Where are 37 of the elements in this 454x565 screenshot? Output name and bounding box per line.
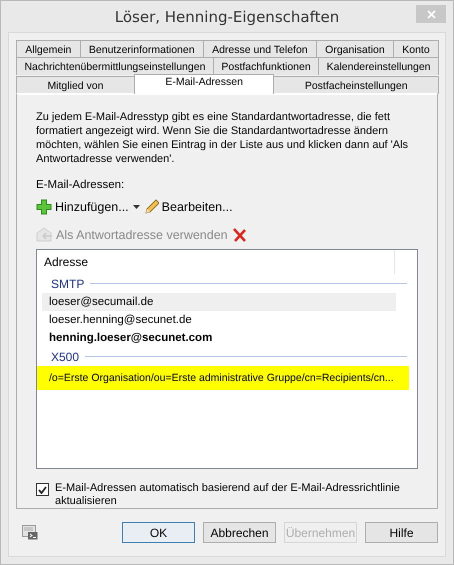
tab[interactable]: Postfachfunktionen: [212, 57, 320, 75]
console-icon: [22, 525, 38, 540]
group-header: X500: [51, 350, 80, 364]
dialog-button[interactable]: OK: [122, 522, 195, 543]
tab[interactable]: Konto: [392, 40, 439, 58]
edit-button[interactable]: Bearbeiten...: [144, 199, 233, 215]
dialog-button[interactable]: Hilfe: [365, 522, 438, 543]
caret-icon: [132, 205, 140, 209]
tab[interactable]: Nachrichtenübermittlungseinstellungen: [16, 57, 214, 75]
tab[interactable]: Benutzerinformationen: [80, 40, 204, 58]
tab[interactable]: Allgemein: [16, 40, 81, 58]
tab[interactable]: Mitglied von: [16, 76, 135, 94]
envelope-icon: [36, 227, 53, 243]
address-row[interactable]: loeser.henning@secunet.de: [42, 311, 396, 329]
address-row[interactable]: loeser@secumail.de: [42, 293, 396, 311]
tab[interactable]: Kalendereinstellungen: [318, 57, 439, 75]
tab[interactable]: Organisation: [316, 40, 394, 58]
pencil-icon: [144, 199, 159, 215]
tab[interactable]: E-Mail-Adressen: [134, 74, 274, 94]
dialog-button[interactable]: Abbrechen: [203, 522, 276, 543]
column-header[interactable]: Adresse: [37, 250, 395, 274]
delete-icon: [232, 228, 246, 242]
group-header: SMTP: [51, 276, 84, 290]
tab[interactable]: Adresse und Telefon: [202, 40, 317, 58]
description-text: Zu jedem E-Mail-Adresstyp gibt es eine Standardantwortadresse, die fett formatiert angezeigt wird. Wenn Sie die Standardantwortadresse ändern möchten, wählen Sie einen Eintrag in der Liste aus und klicken dann auf 'Als Antwortadresse verwenden'.: [36, 110, 410, 166]
plus-icon: [36, 199, 52, 215]
tab[interactable]: Postfacheinstellungen: [273, 76, 440, 94]
window-title: Löser, Henning-Eigenschaften: [114, 8, 340, 26]
list-label: E-Mail-Adressen:: [36, 179, 126, 191]
address-row[interactable]: /o=Erste Organisation/ou=Erste administrative Gruppe/cn=Recipients/cn...: [37, 366, 409, 390]
add-button[interactable]: Hinzufügen...: [36, 199, 129, 215]
checkbox[interactable]: [36, 483, 49, 496]
delete-button[interactable]: [232, 228, 246, 242]
close-icon: [426, 10, 436, 18]
dropdown-button[interactable]: [132, 205, 140, 209]
address-row[interactable]: henning.loeser@secunet.com: [42, 329, 396, 347]
checkbox-label: E-Mail-Adressen automatisch basierend auf der E-Mail-Adressrichtlinie aktualisieren: [55, 482, 401, 508]
